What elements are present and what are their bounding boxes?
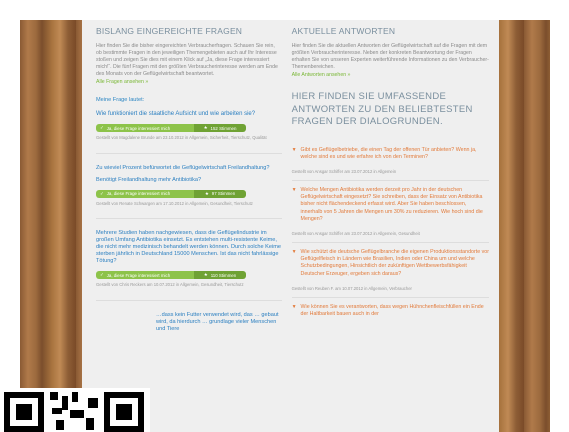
vote-button[interactable]: ✓ Ja, diese Frage interessiert mich [96, 271, 194, 279]
answer-text[interactable]: Gibt es Geflügelbetriebe, die einen Tag … [301, 147, 489, 161]
star-icon: ★ [203, 125, 208, 130]
divider [291, 241, 489, 243]
answer-text[interactable]: Welche Mengen Antibiotika werden derzeit… [301, 187, 489, 223]
right-intro: Hier finden Sie die aktuellen Antworten … [291, 43, 489, 70]
question-item: Mehrere Studien haben nachgewiesen, dass… [96, 225, 282, 294]
triangle-down-icon: ▼ [291, 146, 297, 153]
triangle-down-icon: ▼ [291, 186, 297, 193]
question-title[interactable]: …dass kein Futter verwendet wird, das … … [96, 312, 282, 333]
vote-bar: ✓ Ja, diese Frage interessiert mich ★ 97 S… [96, 189, 246, 198]
question-item: Wie funktioniert die staatliche Aufsicht… [96, 105, 282, 147]
question-title[interactable]: Mehrere Studien haben nachgewiesen, dass… [96, 230, 282, 265]
left-intro: Hier finden Sie die bisher eingereichten… [96, 43, 278, 77]
star-icon: ★ [203, 272, 208, 277]
wood-background: BISLANG EINGEREICHTE FRAGEN Hier finden … [20, 20, 550, 432]
divider [96, 218, 282, 219]
vote-button[interactable]: ✓ Ja, diese Frage interessiert mich [96, 124, 194, 132]
right-heading: AKTUELLE ANTWORTEN [291, 26, 396, 36]
all-answers-link[interactable]: Alle Antworten ansehen » [292, 72, 489, 78]
qr-code-icon [0, 388, 150, 432]
answer-item[interactable]: ▼ Gibt es Geflügelbetriebe, die einen Ta… [292, 147, 489, 161]
question-subtitle[interactable]: Benötigt Freilandhaltung mehr Antibiotik… [96, 177, 282, 184]
submitted-questions-column: BISLANG EINGEREICHTE FRAGEN Hier finden … [96, 26, 282, 339]
vote-count: ★ 97 Stimmen [194, 189, 246, 198]
star-icon: ★ [204, 190, 209, 196]
content-panel: BISLANG EINGEREICHTE FRAGEN Hier finden … [82, 20, 499, 432]
answer-text[interactable]: Wie schützt die deutsche Geflügelbranche… [301, 249, 489, 278]
vote-bar: ✓ Ja, diese Frage interessiert mich ★ 152 … [96, 124, 246, 132]
question-meta: Gestellt von Renate Schwargen am 17.10.2… [96, 200, 253, 206]
check-icon: ✓ [100, 190, 104, 196]
question-item: Zu wieviel Prozent befürwortet die Geflü… [96, 160, 282, 213]
question-meta: Gestellt von Chris Reckers am 10.07.2012… [96, 282, 244, 287]
vote-count: ★ 152 Stimmen [194, 124, 246, 132]
divider [96, 299, 282, 301]
question-meta: Gestellt von Magdalene Brunde am 23.10.2… [96, 135, 267, 140]
question-title[interactable]: Zu wieviel Prozent befürwortet die Geflü… [96, 165, 282, 172]
answer-item[interactable]: ▼ Wie können Sie es verantworten, dass w… [292, 304, 489, 318]
answer-item[interactable]: ▼ Welche Mengen Antibiotika werden derze… [292, 187, 489, 223]
answer-meta: Gestellt von Ansgar Schiffer am 23.07.20… [291, 230, 420, 236]
answer-item[interactable]: ▼ Wie schützt die deutsche Geflügelbranc… [292, 249, 489, 278]
vote-bar: ✓ Ja, diese Frage interessiert mich ★ 110 … [96, 271, 246, 279]
answer-meta: Gestellt von Ansgar Schiffer am 23.07.20… [291, 168, 397, 174]
check-icon: ✓ [100, 125, 104, 130]
vote-button[interactable]: ✓ Ja, diese Frage interessiert mich [96, 189, 194, 198]
left-heading: BISLANG EINGEREICHTE FRAGEN [96, 26, 243, 36]
all-questions-link[interactable]: Alle Fragen ansehen » [96, 79, 282, 85]
triangle-down-icon: ▼ [291, 303, 297, 310]
divider [96, 152, 282, 154]
divider [291, 296, 489, 298]
answer-meta: Gestellt von Reuben F. am 10.07.2012 in … [291, 285, 412, 291]
question-label: Meine Frage lautet: [96, 97, 145, 103]
triangle-down-icon: ▼ [291, 248, 297, 255]
question-title[interactable]: Wie funktioniert die staatliche Aufsicht… [96, 110, 282, 118]
answers-title: HIER FINDEN SIE UMFASSENDE ANTWORTEN ZU … [291, 91, 473, 127]
vote-count: ★ 110 Stimmen [194, 271, 246, 279]
question-item: …dass kein Futter verwendet wird, das … … [96, 307, 282, 339]
check-icon: ✓ [100, 272, 104, 277]
current-answers-column: AKTUELLE ANTWORTEN Hier finden Sie die a… [291, 26, 489, 339]
divider [291, 179, 489, 181]
answer-text[interactable]: Wie können Sie es verantworten, dass weg… [301, 304, 489, 318]
